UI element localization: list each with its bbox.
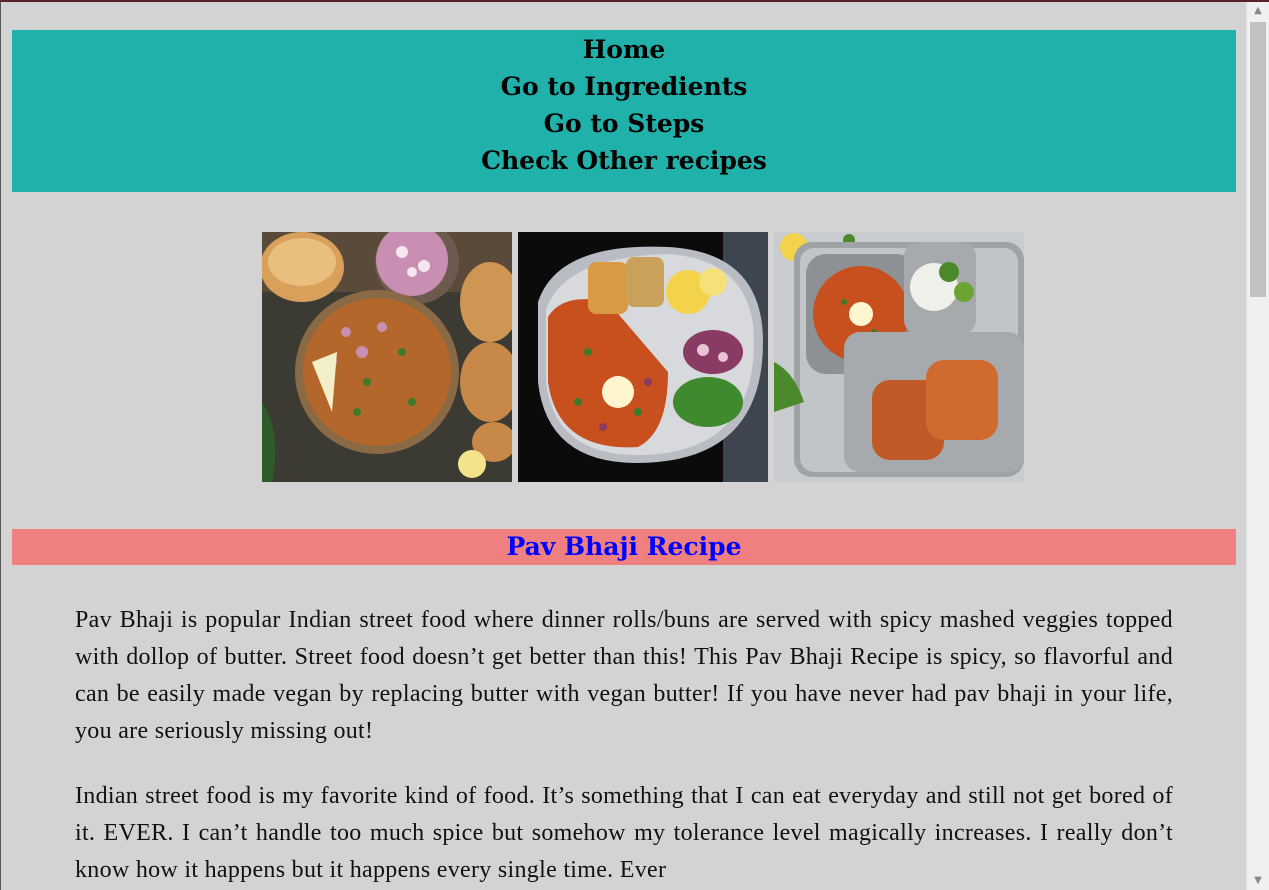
scrollbar-thumb[interactable]	[1250, 22, 1266, 297]
intro-paragraph: Pav Bhaji is popular Indian street food …	[75, 607, 1173, 744]
pav-bhaji-plate-photo	[518, 232, 768, 482]
story-paragraph: Indian street food is my favorite kind o…	[75, 783, 1173, 883]
page-title: Pav Bhaji Recipe	[506, 532, 742, 561]
nav-home-link[interactable]: Home	[12, 31, 1236, 68]
nav-steps-link[interactable]: Go to Steps	[12, 105, 1236, 142]
recipe-description: Pav Bhaji is popular Indian street food …	[75, 602, 1173, 890]
pav-bhaji-bowl-photo	[262, 232, 512, 482]
page: Home Go to Ingredients Go to Steps Check…	[1, 2, 1245, 890]
nav-other-recipes-link[interactable]: Check Other recipes	[12, 142, 1236, 179]
scroll-down-icon[interactable]: ▼	[1247, 872, 1269, 890]
recipe-title-bar: Pav Bhaji Recipe	[12, 529, 1236, 565]
scroll-up-icon[interactable]: ▲	[1247, 2, 1269, 20]
pav-bhaji-thali-photo	[774, 232, 1024, 482]
top-navigation: Home Go to Ingredients Go to Steps Check…	[12, 30, 1236, 192]
vertical-scrollbar[interactable]: ▲ ▼	[1246, 2, 1269, 890]
recipe-image-gallery	[262, 232, 1024, 482]
nav-ingredients-link[interactable]: Go to Ingredients	[12, 68, 1236, 105]
